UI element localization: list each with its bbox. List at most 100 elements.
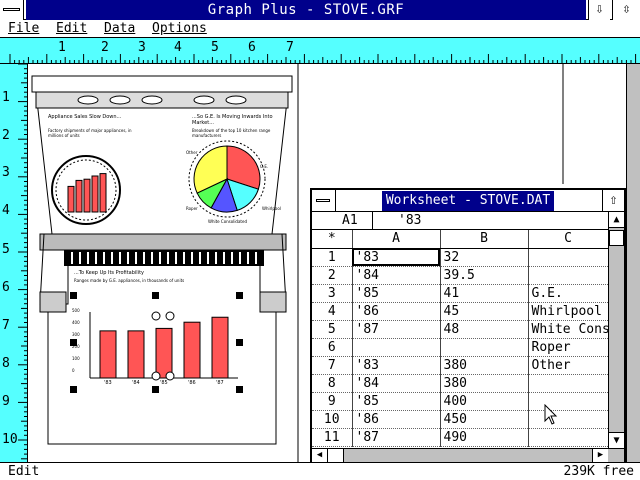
scroll-up-arrow-icon[interactable]: ▲: [609, 212, 624, 228]
grid-cell[interactable]: '85: [352, 392, 441, 411]
panel3-title: ...To Keep Up Its Profitability: [74, 270, 144, 276]
ruler-ticks: [9, 54, 637, 64]
row-header[interactable]: 3: [312, 284, 353, 303]
scroll-down-arrow-icon[interactable]: ▼: [609, 432, 624, 448]
pie-label: Other: [186, 150, 198, 155]
grid-cell[interactable]: 41: [440, 284, 529, 303]
grid-cell[interactable]: '84: [352, 374, 441, 393]
column-header[interactable]: A: [352, 230, 441, 249]
y-tick-label: 400: [72, 320, 80, 325]
worksheet-horizontal-scrollbar[interactable]: ◀ ▶: [312, 448, 624, 462]
grid-cell[interactable]: [528, 266, 609, 285]
row-header[interactable]: 1: [312, 248, 353, 267]
grid-cell[interactable]: '87: [352, 428, 441, 447]
grid-cell[interactable]: [528, 428, 609, 447]
ruler-label: 1: [58, 40, 66, 55]
grid-cell[interactable]: [352, 338, 441, 357]
grid-cell[interactable]: 490: [440, 428, 529, 447]
table-row: 2'84 39.5: [312, 266, 609, 285]
worksheet-vertical-scrollbar[interactable]: ▲ ▼: [608, 212, 624, 448]
grid-cell[interactable]: 380: [440, 356, 529, 375]
table-row: 5'87 48 White Cons: [312, 320, 609, 339]
menu-options[interactable]: Options: [152, 21, 207, 36]
row-header[interactable]: 11: [312, 428, 353, 447]
scroll-thumb[interactable]: [328, 449, 344, 462]
profit-bar: [211, 316, 229, 379]
row-header[interactable]: 2: [312, 266, 353, 285]
status-memory: 239K free: [563, 464, 634, 479]
worksheet-maximize-button[interactable]: ⇧: [602, 190, 624, 212]
row-header[interactable]: 5: [312, 320, 353, 339]
grid-cell[interactable]: [528, 410, 609, 429]
worksheet-grid[interactable]: * A B C 1'83 32 2'84 39.5 3'85 41 G.E. 4'86 45 Whirl…: [312, 230, 609, 447]
grid-cell[interactable]: 32: [440, 248, 529, 267]
grid-cell[interactable]: Other: [528, 356, 609, 375]
system-menu-button[interactable]: [0, 0, 24, 20]
grid-cell[interactable]: White Cons: [528, 320, 609, 339]
grid-cell[interactable]: '85: [352, 284, 441, 303]
ruler-label: 9: [2, 394, 10, 409]
scroll-left-arrow-icon[interactable]: ◀: [312, 449, 328, 462]
grid-cell[interactable]: '83: [352, 356, 441, 375]
table-row: 6 Roper: [312, 338, 609, 357]
ruler-label: 4: [174, 40, 182, 55]
grid-cell[interactable]: 380: [440, 374, 529, 393]
cell-reference: A1: [342, 213, 358, 228]
title-bar: Graph Plus - STOVE.GRF ⇩ ⇳: [0, 0, 640, 20]
table-row: 8'84 380: [312, 374, 609, 393]
menu-file[interactable]: File: [8, 21, 39, 36]
grid-cell[interactable]: G.E.: [528, 284, 609, 303]
grid-cell[interactable]: 450: [440, 410, 529, 429]
row-header[interactable]: 8: [312, 374, 353, 393]
menu-data[interactable]: Data: [104, 21, 135, 36]
grid-cell[interactable]: Roper: [528, 338, 609, 357]
table-row: 10'86 450: [312, 410, 609, 429]
ruler-label: 5: [2, 242, 10, 257]
grid-cell[interactable]: [528, 248, 609, 267]
x-tick-label: '87: [216, 380, 224, 386]
grid-cell[interactable]: '83: [352, 248, 441, 267]
grid-cell[interactable]: [528, 374, 609, 393]
pie-label: Roper: [186, 206, 198, 211]
grid-cell[interactable]: '86: [352, 410, 441, 429]
worksheet-window[interactable]: Worksheet - STOVE.DAT ⇧ A1 '83 * A B C 1'83…: [310, 188, 626, 464]
menu-edit[interactable]: Edit: [56, 21, 87, 36]
panel1-title: Appliance Sales Slow Down...: [48, 114, 122, 120]
grid-cell[interactable]: 400: [440, 392, 529, 411]
vertical-ruler[interactable]: 1 2 3 4 5 6 7 8 9 10: [0, 64, 28, 462]
grid-cell[interactable]: '84: [352, 266, 441, 285]
minimize-button[interactable]: ⇩: [588, 0, 610, 20]
grid-cell[interactable]: 45: [440, 302, 529, 321]
row-header[interactable]: 6: [312, 338, 353, 357]
main-vertical-scrollbar[interactable]: [626, 64, 640, 462]
horizontal-ruler[interactable]: 1 2 3 4 5 6 7: [0, 38, 640, 64]
x-tick-label: '86: [188, 380, 196, 386]
formula-bar[interactable]: A1 '83: [312, 212, 624, 230]
scroll-right-arrow-icon[interactable]: ▶: [592, 449, 608, 462]
row-header[interactable]: 9: [312, 392, 353, 411]
row-header[interactable]: 4: [312, 302, 353, 321]
worksheet-title-bar[interactable]: Worksheet - STOVE.DAT ⇧: [312, 190, 624, 212]
gauge-bar: [67, 185, 75, 213]
column-header[interactable]: C: [528, 230, 609, 249]
worksheet-title: Worksheet - STOVE.DAT: [382, 191, 554, 211]
column-header[interactable]: B: [440, 230, 529, 249]
table-row: 9'85 400: [312, 392, 609, 411]
grid-cell[interactable]: '87: [352, 320, 441, 339]
maximize-button[interactable]: ⇳: [612, 0, 640, 20]
select-all-corner[interactable]: *: [312, 230, 353, 249]
y-tick-label: 500: [72, 308, 80, 313]
grid-cell[interactable]: 48: [440, 320, 529, 339]
grid-cell[interactable]: [528, 392, 609, 411]
table-row: 4'86 45 Whirlpool: [312, 302, 609, 321]
grid-cell[interactable]: 39.5: [440, 266, 529, 285]
cell-value[interactable]: '83: [398, 213, 421, 228]
worksheet-system-menu[interactable]: [312, 190, 336, 212]
grid-cell[interactable]: [440, 338, 529, 357]
row-header[interactable]: 7: [312, 356, 353, 375]
ruler-label: 5: [211, 40, 219, 55]
grid-cell[interactable]: '86: [352, 302, 441, 321]
scroll-thumb[interactable]: [609, 230, 624, 246]
grid-cell[interactable]: Whirlpool: [528, 302, 609, 321]
row-header[interactable]: 10: [312, 410, 353, 429]
